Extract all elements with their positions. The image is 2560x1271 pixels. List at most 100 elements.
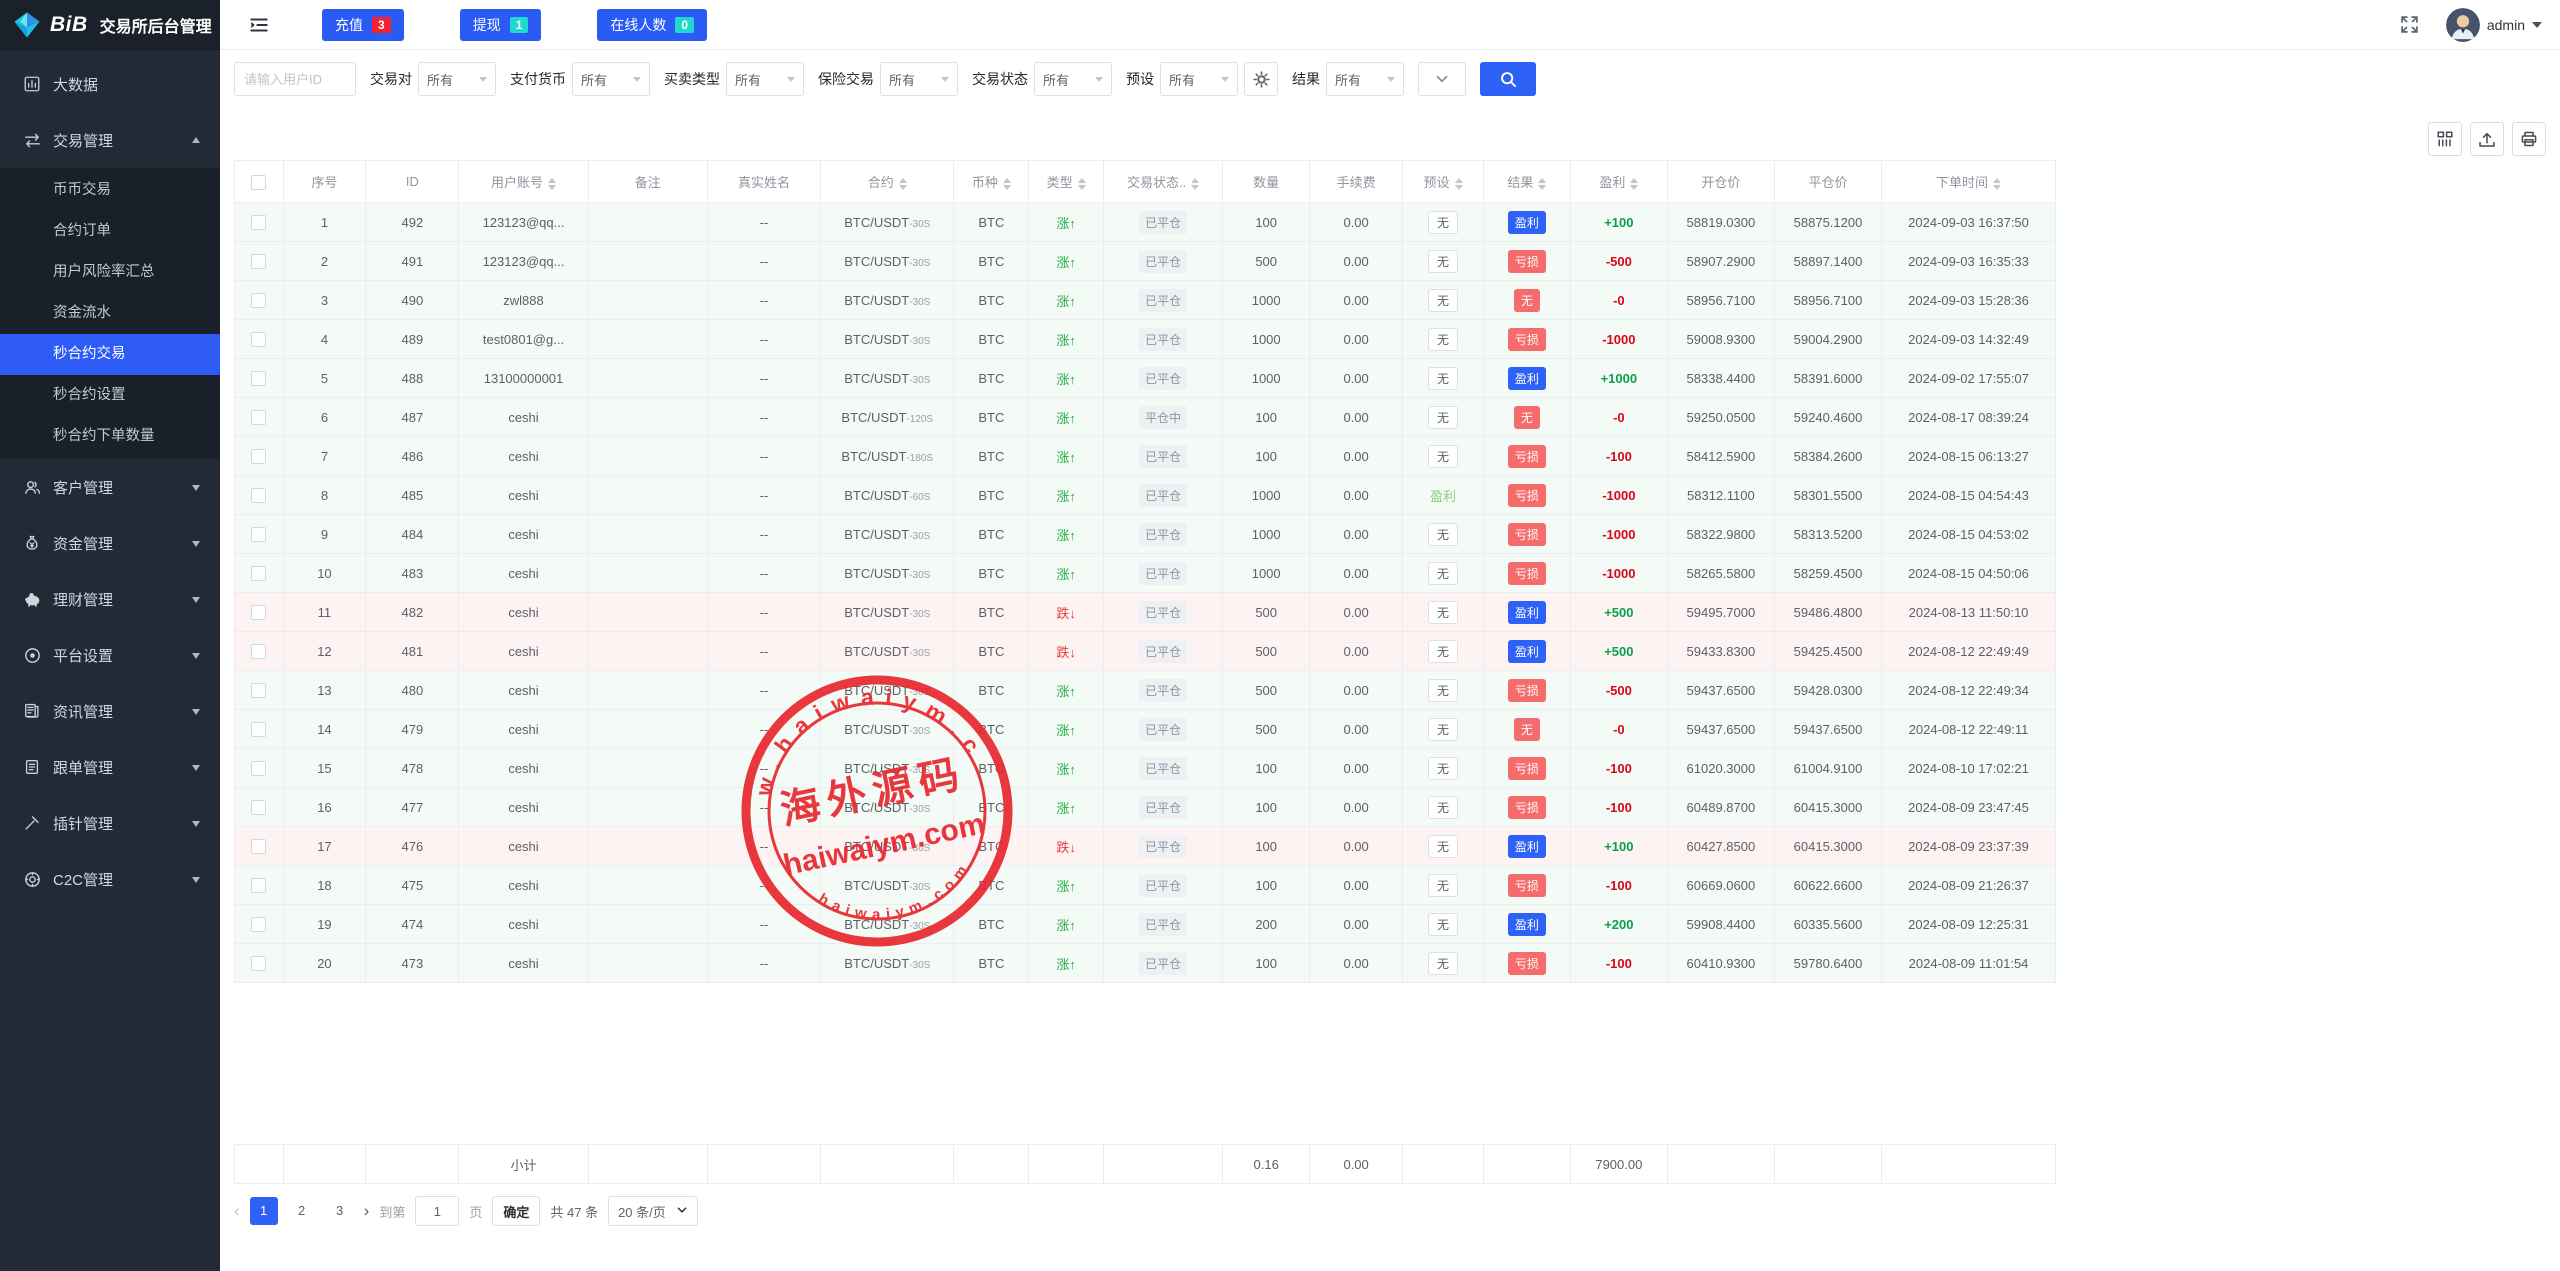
row-checkbox[interactable] xyxy=(251,722,266,737)
sidebar-item-平台设置[interactable]: 平台设置 xyxy=(0,627,220,683)
sidebar-subitem-用户风险率汇总[interactable]: 用户风险率汇总 xyxy=(0,252,220,293)
preset-button[interactable]: 盈利 xyxy=(1430,489,1456,504)
sidebar-item-资金管理[interactable]: 资金管理 xyxy=(0,515,220,571)
preset-button[interactable]: 无 xyxy=(1428,367,1458,390)
col-header-time[interactable]: 下单时间 xyxy=(1882,161,2056,203)
sort-icon[interactable] xyxy=(1455,178,1463,190)
preset-button[interactable]: 无 xyxy=(1428,445,1458,468)
preset-button[interactable]: 无 xyxy=(1428,757,1458,780)
col-header-result[interactable]: 结果 xyxy=(1483,161,1570,203)
filter-select-买卖类型[interactable]: 所有 xyxy=(726,62,804,96)
search-button[interactable] xyxy=(1480,62,1536,96)
preset-settings-button[interactable] xyxy=(1244,62,1278,96)
sidebar-item-交易管理[interactable]: 交易管理 xyxy=(0,112,220,168)
preset-button[interactable]: 无 xyxy=(1428,913,1458,936)
user-id-input[interactable] xyxy=(234,62,356,96)
sidebar-item-资讯管理[interactable]: 资讯管理 xyxy=(0,683,220,739)
preset-button[interactable]: 无 xyxy=(1428,640,1458,663)
col-header-status[interactable]: 交易状态.. xyxy=(1104,161,1223,203)
filter-select-支付货币[interactable]: 所有 xyxy=(572,62,650,96)
jump-confirm-button[interactable]: 确定 xyxy=(492,1196,540,1226)
sidebar-subitem-秒合约设置[interactable]: 秒合约设置 xyxy=(0,375,220,416)
filter-select-交易对[interactable]: 所有 xyxy=(418,62,496,96)
logo[interactable]: BiB 交易所后台管理 xyxy=(0,0,220,50)
col-header-coin[interactable]: 币种 xyxy=(954,161,1029,203)
row-checkbox[interactable] xyxy=(251,293,266,308)
preset-button[interactable]: 无 xyxy=(1428,523,1458,546)
sort-icon[interactable] xyxy=(899,178,907,190)
filter-select-交易状态[interactable]: 所有 xyxy=(1034,62,1112,96)
sidebar-item-客户管理[interactable]: 客户管理 xyxy=(0,459,220,515)
jump-page-input[interactable] xyxy=(415,1196,459,1226)
columns-button[interactable] xyxy=(2428,122,2462,156)
preset-button[interactable]: 无 xyxy=(1428,679,1458,702)
stat-button-提现[interactable]: 提现1 xyxy=(460,9,542,41)
filter-select-保险交易[interactable]: 所有 xyxy=(880,62,958,96)
preset-button[interactable]: 无 xyxy=(1428,835,1458,858)
row-checkbox[interactable] xyxy=(251,449,266,464)
row-checkbox[interactable] xyxy=(251,956,266,971)
sidebar-subitem-秒合约交易[interactable]: 秒合约交易 xyxy=(0,334,220,375)
export-button[interactable] xyxy=(2470,122,2504,156)
preset-button[interactable]: 无 xyxy=(1428,952,1458,975)
col-header-account[interactable]: 用户账号 xyxy=(459,161,588,203)
preset-button[interactable]: 无 xyxy=(1428,328,1458,351)
expand-filters-button[interactable] xyxy=(1418,62,1466,96)
filter-select-预设[interactable]: 所有 xyxy=(1160,62,1238,96)
preset-button[interactable]: 无 xyxy=(1428,796,1458,819)
select-all-checkbox[interactable] xyxy=(251,175,266,190)
col-header-contract[interactable]: 合约 xyxy=(821,161,954,203)
sidebar-item-大数据[interactable]: 大数据 xyxy=(0,56,220,112)
row-checkbox[interactable] xyxy=(251,878,266,893)
prev-page-button[interactable]: ‹ xyxy=(234,1197,240,1225)
sort-icon[interactable] xyxy=(1630,178,1638,190)
sort-icon[interactable] xyxy=(1191,178,1199,190)
preset-button[interactable]: 无 xyxy=(1428,250,1458,273)
row-checkbox[interactable] xyxy=(251,371,266,386)
preset-button[interactable]: 无 xyxy=(1428,289,1458,312)
row-checkbox[interactable] xyxy=(251,410,266,425)
sidebar-item-理财管理[interactable]: 理财管理 xyxy=(0,571,220,627)
page-button-3[interactable]: 3 xyxy=(326,1197,354,1225)
filter-select-结果[interactable]: 所有 xyxy=(1326,62,1404,96)
menu-collapse-icon[interactable] xyxy=(248,14,270,36)
row-checkbox[interactable] xyxy=(251,566,266,581)
page-size-select[interactable]: 20 条/页 xyxy=(608,1196,698,1226)
row-checkbox[interactable] xyxy=(251,800,266,815)
sidebar-subitem-资金流水[interactable]: 资金流水 xyxy=(0,293,220,334)
sort-icon[interactable] xyxy=(548,178,556,190)
preset-button[interactable]: 无 xyxy=(1428,601,1458,624)
sidebar-item-C2C管理[interactable]: C2C管理 xyxy=(0,851,220,907)
row-checkbox[interactable] xyxy=(251,254,266,269)
row-checkbox[interactable] xyxy=(251,683,266,698)
row-checkbox[interactable] xyxy=(251,488,266,503)
row-checkbox[interactable] xyxy=(251,917,266,932)
sidebar-subitem-币币交易[interactable]: 币币交易 xyxy=(0,170,220,211)
sidebar-item-跟单管理[interactable]: 跟单管理 xyxy=(0,739,220,795)
page-button-1[interactable]: 1 xyxy=(250,1197,278,1225)
sort-icon[interactable] xyxy=(1003,178,1011,190)
sidebar-subitem-合约订单[interactable]: 合约订单 xyxy=(0,211,220,252)
user-menu[interactable]: admin xyxy=(2446,8,2542,42)
row-checkbox[interactable] xyxy=(251,761,266,776)
fullscreen-icon[interactable] xyxy=(2399,14,2420,35)
row-checkbox[interactable] xyxy=(251,527,266,542)
preset-button[interactable]: 无 xyxy=(1428,211,1458,234)
row-checkbox[interactable] xyxy=(251,215,266,230)
row-checkbox[interactable] xyxy=(251,644,266,659)
sort-icon[interactable] xyxy=(1078,178,1086,190)
preset-button[interactable]: 无 xyxy=(1428,406,1458,429)
row-checkbox[interactable] xyxy=(251,839,266,854)
print-button[interactable] xyxy=(2512,122,2546,156)
col-header-preset[interactable]: 预设 xyxy=(1403,161,1484,203)
sidebar-subitem-秒合约下单数量[interactable]: 秒合约下单数量 xyxy=(0,416,220,457)
preset-button[interactable]: 无 xyxy=(1428,874,1458,897)
next-page-button[interactable]: › xyxy=(364,1197,370,1225)
col-header-profit[interactable]: 盈利 xyxy=(1570,161,1667,203)
row-checkbox[interactable] xyxy=(251,605,266,620)
row-checkbox[interactable] xyxy=(251,332,266,347)
col-header-type[interactable]: 类型 xyxy=(1029,161,1104,203)
page-button-2[interactable]: 2 xyxy=(288,1197,316,1225)
preset-button[interactable]: 无 xyxy=(1428,562,1458,585)
preset-button[interactable]: 无 xyxy=(1428,718,1458,741)
